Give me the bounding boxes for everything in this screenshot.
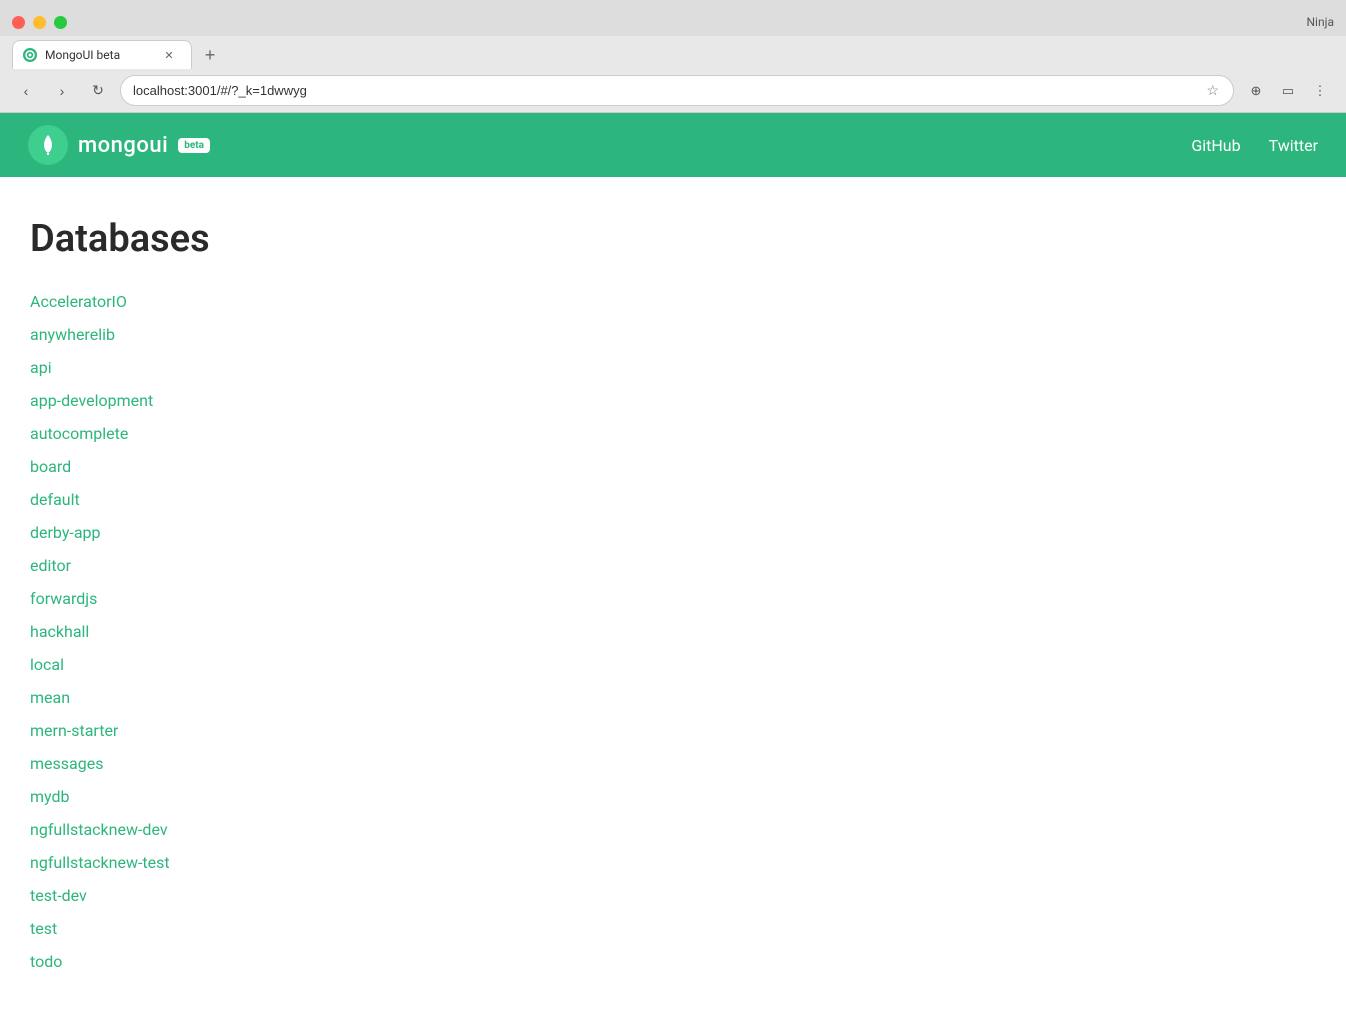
database-list-item[interactable]: ngfullstacknew-dev [30, 813, 1316, 846]
navbar: mongoui beta GitHub Twitter [0, 113, 1346, 177]
database-list-item[interactable]: local [30, 648, 1316, 681]
reload-button[interactable]: ↻ [84, 77, 112, 105]
browser-titlebar: Ninja [0, 0, 1346, 36]
database-list-item[interactable]: board [30, 450, 1316, 483]
navbar-brand: mongoui beta [28, 125, 210, 165]
address-input[interactable] [133, 83, 1196, 98]
database-list-item[interactable]: forwardjs [30, 582, 1316, 615]
database-list-item[interactable]: app-development [30, 384, 1316, 417]
browser-tab-bar: MongoUI beta ✕ + [0, 40, 1346, 69]
database-list-item[interactable]: todo [30, 945, 1316, 978]
cast-button[interactable]: ▭ [1274, 77, 1302, 105]
database-list-item[interactable]: ngfullstacknew-test [30, 846, 1316, 879]
database-list-item[interactable]: autocomplete [30, 417, 1316, 450]
app-content: mongoui beta GitHub Twitter Databases Ac… [0, 113, 1346, 1018]
window-controls [12, 16, 67, 29]
browser-tab-active[interactable]: MongoUI beta ✕ [12, 40, 192, 69]
tab-favicon [23, 48, 37, 62]
menu-button[interactable]: ⋮ [1306, 77, 1334, 105]
database-list-item[interactable]: test-dev [30, 879, 1316, 912]
minimize-window-button[interactable] [33, 16, 46, 29]
database-list-item[interactable]: test [30, 912, 1316, 945]
database-list-item[interactable]: messages [30, 747, 1316, 780]
page-title: Databases [30, 217, 1316, 261]
browser-chrome: Ninja MongoUI beta ✕ + ‹ › ↻ ☆ ⊕ ▭ ⋮ [0, 0, 1346, 113]
navbar-links: GitHub Twitter [1191, 136, 1318, 155]
database-list-item[interactable]: api [30, 351, 1316, 384]
tab-close-button[interactable]: ✕ [161, 47, 177, 63]
brand-logo [28, 125, 68, 165]
database-list-item[interactable]: mydb [30, 780, 1316, 813]
brand-name-label: mongoui [78, 133, 168, 158]
browser-addressbar: ‹ › ↻ ☆ ⊕ ▭ ⋮ [0, 69, 1346, 112]
database-list-item[interactable]: hackhall [30, 615, 1316, 648]
brand-badge: beta [178, 138, 210, 153]
database-list-item[interactable]: editor [30, 549, 1316, 582]
address-bar[interactable]: ☆ [120, 75, 1234, 106]
database-list-item[interactable]: mean [30, 681, 1316, 714]
twitter-link[interactable]: Twitter [1269, 136, 1318, 155]
browser-user-label: Ninja [1306, 15, 1334, 29]
database-list-item[interactable]: AcceleratorIO [30, 285, 1316, 318]
tab-title: MongoUI beta [45, 48, 153, 62]
github-link[interactable]: GitHub [1191, 136, 1240, 155]
main-content: Databases AcceleratorIOanywherelibapiapp… [0, 177, 1346, 1018]
close-window-button[interactable] [12, 16, 25, 29]
database-list-item[interactable]: derby-app [30, 516, 1316, 549]
database-list-item[interactable]: anywherelib [30, 318, 1316, 351]
database-list-item[interactable]: mern-starter [30, 714, 1316, 747]
extensions-button[interactable]: ⊕ [1242, 77, 1270, 105]
bookmark-button[interactable]: ☆ [1204, 80, 1221, 101]
browser-toolbar-icons: ⊕ ▭ ⋮ [1242, 77, 1334, 105]
new-tab-button[interactable]: + [196, 41, 224, 69]
maximize-window-button[interactable] [54, 16, 67, 29]
database-list-item[interactable]: default [30, 483, 1316, 516]
back-button[interactable]: ‹ [12, 77, 40, 105]
forward-button[interactable]: › [48, 77, 76, 105]
database-list: AcceleratorIOanywherelibapiapp-developme… [30, 285, 1316, 978]
